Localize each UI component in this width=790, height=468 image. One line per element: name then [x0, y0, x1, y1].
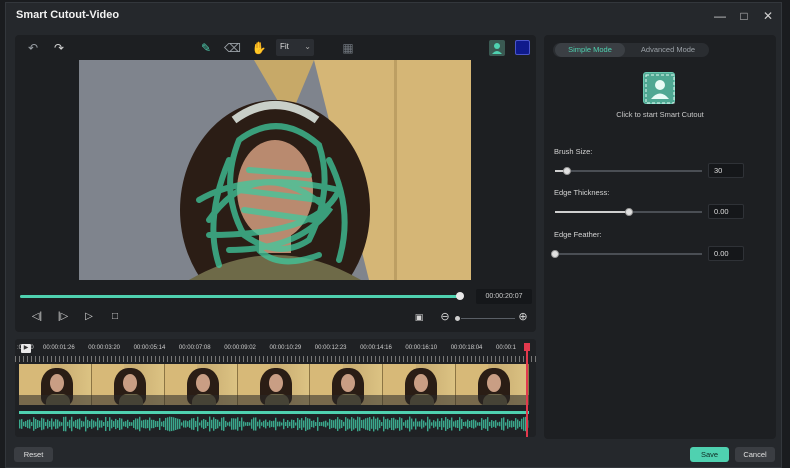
prev-frame-icon[interactable]: ◁|	[29, 309, 45, 325]
compare-icon[interactable]: ▦	[340, 40, 356, 56]
title-bar: Smart Cutout-Video — □ ✕	[6, 3, 781, 29]
param-slider[interactable]	[551, 250, 702, 258]
ruler-time-label: 00:00:05:14	[133, 345, 166, 351]
playback-progress-knob[interactable]	[455, 292, 464, 300]
param-slider-knob[interactable]	[562, 167, 571, 175]
undo-icon[interactable]: ↶	[25, 40, 41, 56]
zoom-slider-track[interactable]	[461, 318, 515, 319]
video-preview[interactable]	[79, 60, 471, 280]
ruler-time-label: 00:00:12:23	[314, 345, 347, 351]
fullscreen-icon[interactable]: ▣	[411, 309, 427, 325]
zoom-out-icon[interactable]: ⊖	[437, 309, 453, 325]
param-value-input[interactable]: 0.00	[708, 246, 744, 261]
zoom-fit-value: Fit	[280, 42, 289, 51]
zoom-in-icon[interactable]: ⊕	[515, 309, 531, 325]
person-cutout-icon	[645, 74, 675, 104]
param-slider-fill	[555, 211, 629, 213]
cutout-settings-panel: Simple Mode Advanced Mode Click to start…	[544, 35, 776, 439]
ruler-time-label: 00:00:10:29	[269, 345, 302, 351]
ruler-time-label: 00:00:07:08	[178, 345, 211, 351]
smart-cutout-button[interactable]	[643, 72, 675, 104]
simple-mode-tab[interactable]: Simple Mode	[555, 43, 625, 57]
zoom-slider-knob[interactable]	[455, 316, 460, 321]
playhead[interactable]	[526, 343, 528, 437]
param-value-input[interactable]: 30	[708, 163, 744, 178]
close-icon[interactable]: ✕	[758, 6, 778, 26]
preview-panel: ↶ ↷ ✎ ⌫ ✋ Fit ⌄ ▦ 00:00:20:07 ◁| |▷ ▷ □ …	[15, 35, 536, 332]
video-clip-icon: ▶	[21, 344, 31, 353]
timecode-display: 00:00:20:07	[476, 289, 532, 304]
zoom-fit-select[interactable]: Fit ⌄	[276, 39, 314, 56]
param-label: Edge Feather:	[554, 230, 602, 239]
audio-waveform[interactable]	[19, 411, 529, 433]
mode-toggle: Simple Mode Advanced Mode	[553, 43, 709, 57]
smart-brush-icon[interactable]: ✎	[198, 40, 214, 56]
ruler-time-label: 00:00:01:26	[43, 345, 75, 351]
param-label: Brush Size:	[554, 147, 593, 156]
smart-cutout-dialog: Smart Cutout-Video — □ ✕ ↶ ↷ ✎ ⌫ ✋ Fit ⌄…	[5, 2, 782, 468]
eraser-icon[interactable]: ⌫	[224, 40, 241, 56]
timeline-panel[interactable]: :00:0000:00:01:2600:00:03:2000:00:05:140…	[15, 339, 536, 437]
ruler-time-label: 00:00:09:02	[224, 345, 256, 351]
person-icon[interactable]	[489, 40, 505, 56]
ruler-time-label: 00:00:14:16	[360, 345, 392, 351]
param-value-input[interactable]: 0.00	[708, 204, 744, 219]
next-frame-icon[interactable]: |▷	[55, 309, 71, 325]
ruler-time-label: 00:00:16:10	[405, 345, 438, 351]
param-slider[interactable]	[555, 167, 702, 175]
redo-icon[interactable]: ↷	[51, 40, 67, 56]
maximize-icon[interactable]: □	[734, 6, 754, 26]
ruler-time-label: 00:00:03:20	[88, 345, 120, 351]
advanced-mode-tab[interactable]: Advanced Mode	[633, 43, 703, 57]
stop-icon[interactable]: □	[107, 309, 123, 325]
param-slider-knob[interactable]	[551, 250, 559, 258]
hand-icon[interactable]: ✋	[251, 40, 267, 56]
play-icon[interactable]: ▷	[81, 309, 97, 325]
param-slider-knob[interactable]	[624, 208, 633, 216]
param-slider[interactable]	[555, 208, 702, 216]
ruler-time-label: 00:00:1	[496, 345, 517, 351]
playback-progress[interactable]	[20, 292, 464, 300]
save-button[interactable]: Save	[690, 447, 729, 462]
reset-button[interactable]: Reset	[14, 447, 53, 462]
cutout-hint: Click to start Smart Cutout	[616, 110, 704, 119]
playback-progress-fill	[20, 295, 460, 298]
preview-toolbar: ↶ ↷ ✎ ⌫ ✋ Fit ⌄ ▦	[15, 35, 536, 61]
clip-mask-band	[19, 395, 529, 405]
background-color-swatch[interactable]	[515, 40, 530, 55]
minimize-icon[interactable]: —	[710, 6, 730, 26]
ruler-ticks	[15, 356, 536, 362]
chevron-down-icon: ⌄	[304, 42, 311, 51]
cancel-button[interactable]: Cancel	[735, 447, 775, 462]
dialog-title: Smart Cutout-Video	[16, 9, 120, 21]
ruler-time-label: 00:00:18:04	[450, 345, 483, 351]
param-label: Edge Thickness:	[554, 188, 610, 197]
